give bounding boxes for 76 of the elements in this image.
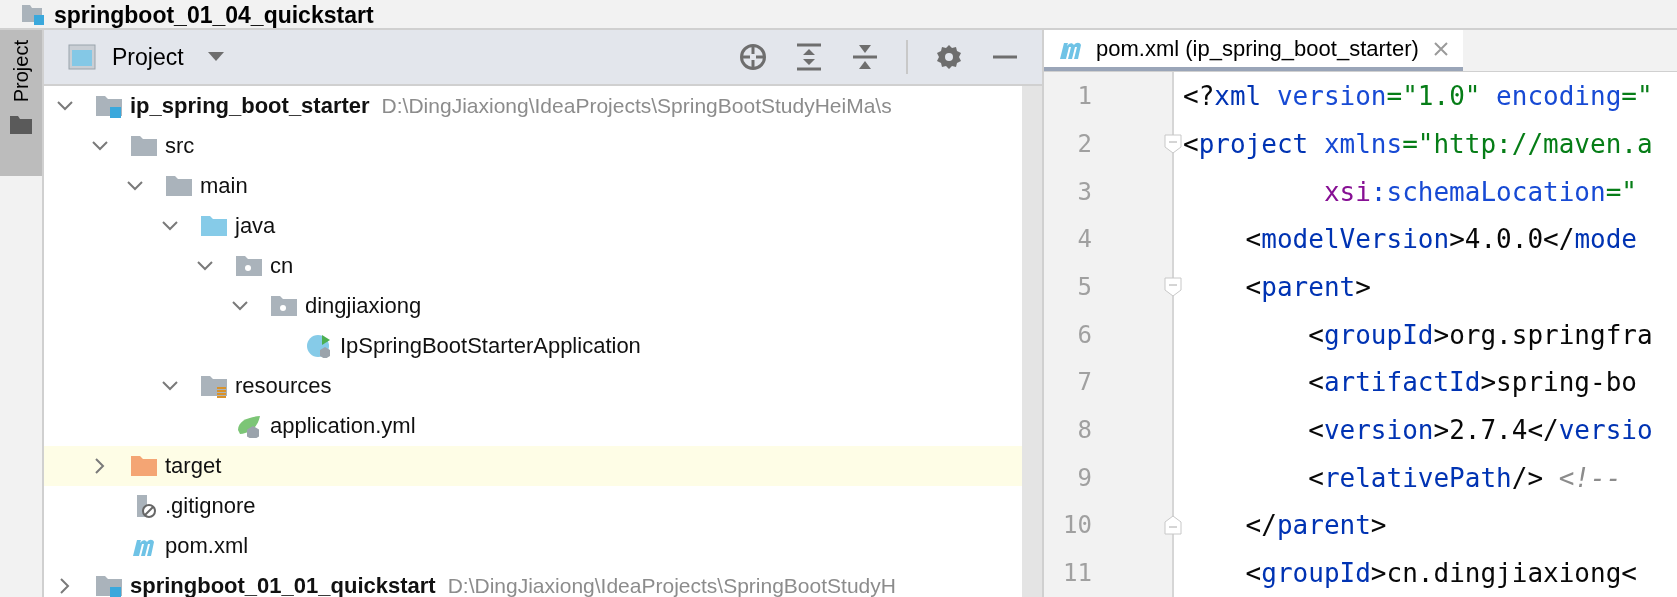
tree-item-label: ip_spring_boot_starter xyxy=(130,93,370,119)
folder-icon xyxy=(166,174,192,198)
project-view-dropdown[interactable]: Project xyxy=(106,43,230,71)
window-icon xyxy=(68,44,96,70)
scrollbar[interactable] xyxy=(1022,86,1042,597)
line-number: 9 xyxy=(1076,463,1092,492)
line-number: 11 xyxy=(1062,559,1092,588)
line-number: 2 xyxy=(1076,129,1092,158)
tree-item-label: cn xyxy=(270,253,294,279)
tree-item-label: target xyxy=(165,453,222,479)
code-line: <groupId>cn.dingjiaxiong< xyxy=(1244,558,1637,589)
line-number: 8 xyxy=(1076,416,1092,445)
settings-icon[interactable] xyxy=(935,43,963,71)
tree-row[interactable]: resources xyxy=(44,366,1022,406)
tree-item-label: dingjiaxiong xyxy=(305,293,422,319)
tree-item-label: application.yml xyxy=(270,413,416,439)
module-path: D:\DingJiaxiong\IdeaProjects\SpringBootStudyHeiMa\s xyxy=(381,94,892,118)
code-line: <modelVersion>4.0.0</mode xyxy=(1244,224,1637,255)
code-line: </parent> xyxy=(1244,510,1387,541)
folder-icon xyxy=(131,454,157,478)
tree-item-label: java xyxy=(235,213,276,239)
line-number: 7 xyxy=(1076,368,1092,397)
caret-icon xyxy=(207,52,224,62)
code-line: xsi:schemaLocation=" xyxy=(1322,176,1637,207)
close-icon[interactable] xyxy=(1432,40,1449,57)
folder-icon xyxy=(131,134,157,158)
leaf-config-icon xyxy=(236,414,262,438)
tree-row[interactable]: java xyxy=(44,206,1022,246)
tree-item-label: .gitignore xyxy=(165,493,256,519)
locate-icon[interactable] xyxy=(739,43,767,71)
project-tool-tab[interactable]: Project xyxy=(0,30,42,176)
module-path: D:\DingJiaxiong\IdeaProjects\SpringBootStudyH xyxy=(447,574,896,597)
line-number: 3 xyxy=(1076,177,1092,206)
collapse-all-icon[interactable] xyxy=(851,43,879,71)
code-line: <parent> xyxy=(1244,272,1371,303)
tree-row[interactable]: .gitignore xyxy=(44,486,1022,526)
folder-icon xyxy=(201,214,227,238)
line-number: 1 xyxy=(1076,82,1092,111)
tab-title: pom.xml (ip_spring_boot_starter) xyxy=(1096,35,1419,62)
line-number: 6 xyxy=(1076,320,1092,349)
code-line: <groupId>org.springfra xyxy=(1307,319,1653,350)
tree-item-label: src xyxy=(165,133,195,159)
tree-row[interactable]: main xyxy=(44,166,1022,206)
expand-all-icon[interactable] xyxy=(795,43,823,71)
tree-row[interactable]: IpSpringBootStarterApplication xyxy=(44,326,1022,366)
tree-row[interactable]: application.yml xyxy=(44,406,1022,446)
tree-row[interactable]: target xyxy=(44,446,1022,486)
module-folder-icon xyxy=(96,94,122,118)
window-title: springboot_01_04_quickstart xyxy=(54,2,374,28)
line-number: 5 xyxy=(1076,273,1092,302)
code-line: <?xml version="1.0" encoding=" xyxy=(1182,81,1653,112)
tree-row[interactable]: pom.xml xyxy=(44,526,1022,566)
class-icon xyxy=(306,334,332,358)
module-folder-icon xyxy=(96,574,122,597)
tree-row[interactable]: src xyxy=(44,126,1022,166)
tree-row[interactable]: cn xyxy=(44,246,1022,286)
tree-row[interactable]: dingjiaxiong xyxy=(44,286,1022,326)
line-number: 4 xyxy=(1076,225,1092,254)
code-line: <relativePath/> <!-- xyxy=(1307,462,1622,493)
code-line: <artifactId>spring-bo xyxy=(1307,367,1637,398)
tree-row[interactable]: ip_spring_boot_starter D:\DingJiaxiong\IdeaProjects\SpringBootStudyHeiMa\s xyxy=(44,86,1022,126)
line-number: 10 xyxy=(1062,511,1092,540)
package-folder-icon xyxy=(271,294,297,318)
folder-icon xyxy=(10,116,32,135)
tree-item-label: IpSpringBootStarterApplication xyxy=(340,333,641,359)
tree-item-label: pom.xml xyxy=(165,533,249,559)
tree-item-label: springboot_01_01_quickstart xyxy=(130,573,436,597)
tree-row[interactable]: springboot_01_01_quickstart D:\DingJiaxiong\IdeaProjects\SpringBootStudyH xyxy=(44,566,1022,597)
resources-folder-icon xyxy=(201,374,227,398)
code-line: <version>2.7.4</versio xyxy=(1307,415,1653,446)
code-line: <project xmlns="http://maven.a xyxy=(1182,128,1653,159)
tree-item-label: main xyxy=(200,173,248,199)
package-folder-icon xyxy=(236,254,262,278)
module-folder-icon xyxy=(20,4,46,26)
tree-item-label: resources xyxy=(235,373,332,399)
editor-tab[interactable]: pom.xml (ip_spring_boot_starter) xyxy=(1044,30,1463,72)
